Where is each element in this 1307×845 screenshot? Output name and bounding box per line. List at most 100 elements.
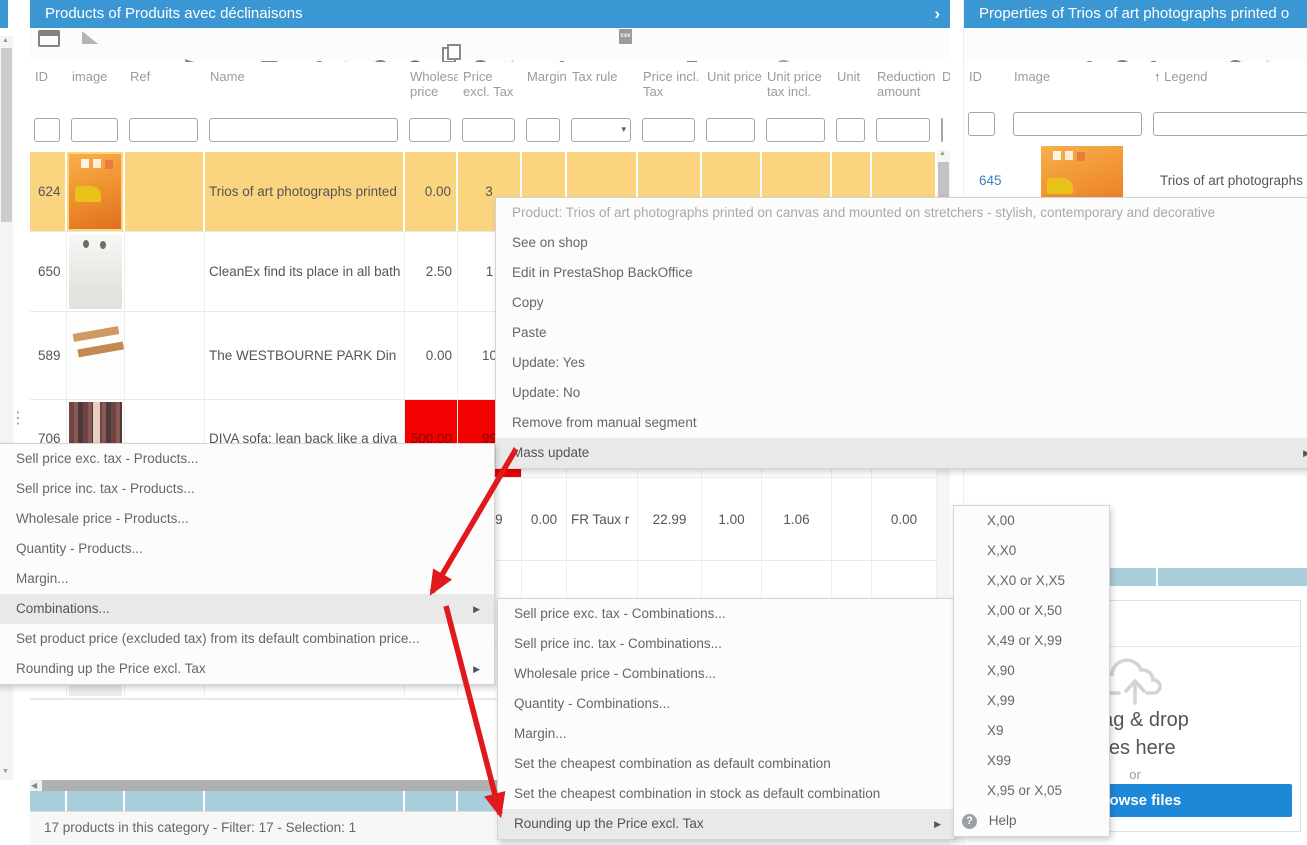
submenu-item[interactable]: Sell price exc. tax - Combinations... bbox=[498, 599, 955, 629]
submenu-item[interactable]: Margin... bbox=[498, 719, 955, 749]
scroll-down-icon[interactable]: ▼ bbox=[2, 768, 9, 775]
column-header[interactable]: Wholesale price bbox=[405, 62, 458, 110]
filter-cell bbox=[872, 110, 937, 152]
column-header[interactable]: Unit bbox=[832, 62, 872, 110]
cell-reduction-amount: 0.00 bbox=[872, 478, 937, 560]
prices-ruler-icon[interactable] bbox=[82, 31, 98, 44]
submenu-item[interactable]: Margin... bbox=[0, 564, 494, 594]
context-menu-item[interactable]: See on shop bbox=[496, 228, 1307, 258]
submenu-item[interactable]: Wholesale price - Combinations... bbox=[498, 659, 955, 689]
scroll-left-icon[interactable]: ◀ bbox=[31, 781, 37, 790]
submenu-item[interactable]: X,95 or X,05 bbox=[954, 776, 1109, 806]
column-header[interactable]: Image bbox=[1009, 62, 1149, 110]
column-header[interactable]: Ref bbox=[125, 62, 205, 110]
filter-cell bbox=[458, 110, 522, 152]
filter-input[interactable] bbox=[1153, 112, 1307, 136]
column-header[interactable]: ID bbox=[964, 62, 1009, 110]
product-thumbnail bbox=[69, 234, 122, 309]
filter-input[interactable] bbox=[526, 118, 560, 142]
context-menu-item[interactable]: Edit in PrestaShop BackOffice bbox=[496, 258, 1307, 288]
submenu-item[interactable]: Combinations... ▶ bbox=[0, 594, 494, 624]
submenu-item[interactable]: Sell price exc. tax - Products... bbox=[0, 444, 494, 474]
submenu-item[interactable]: Set the cheapest combination in stock as… bbox=[498, 779, 955, 809]
cell-unit-price: 1.00 bbox=[702, 478, 762, 560]
submenu-item[interactable]: Quantity - Combinations... bbox=[498, 689, 955, 719]
panel-drag-handle-icon[interactable]: ⋮ bbox=[10, 408, 26, 428]
rounding-options-submenu: X,00 X,X0 X,X0 or X,X5 X,00 or X,50 X,49… bbox=[953, 505, 1110, 837]
column-header[interactable]: Price incl. Tax bbox=[638, 62, 702, 110]
submenu-item[interactable]: X,X0 bbox=[954, 536, 1109, 566]
submenu-item[interactable]: Sell price inc. tax - Combinations... bbox=[498, 629, 955, 659]
filter-input[interactable] bbox=[462, 118, 515, 142]
submenu-item[interactable]: X,49 or X,99 bbox=[954, 626, 1109, 656]
layout-icon[interactable] bbox=[38, 30, 60, 47]
filter-input[interactable] bbox=[642, 118, 695, 142]
sort-ascending-icon: ↑ bbox=[1154, 69, 1161, 84]
filter-cell bbox=[30, 110, 67, 152]
column-header[interactable]: ↑ Legend bbox=[1149, 62, 1307, 110]
submenu-item[interactable]: X,99 bbox=[954, 686, 1109, 716]
submenu-item[interactable]: Rounding up the Price excl. Tax ▶ bbox=[498, 809, 955, 839]
filter-input[interactable] bbox=[836, 118, 865, 142]
filter-input[interactable] bbox=[1013, 112, 1142, 136]
submenu-item[interactable]: Set the cheapest combination as default … bbox=[498, 749, 955, 779]
scroll-up-icon[interactable]: ▲ bbox=[2, 37, 9, 44]
column-header[interactable]: ID bbox=[30, 62, 67, 110]
filter-input[interactable] bbox=[766, 118, 825, 142]
submenu-arrow-icon: ▶ bbox=[473, 654, 480, 684]
scroll-up-icon[interactable]: ▲ bbox=[939, 150, 946, 157]
filter-input[interactable]: ▾ bbox=[571, 118, 631, 142]
column-header[interactable]: Margin bbox=[522, 62, 567, 110]
csv-export-icon[interactable]: csv bbox=[619, 29, 632, 44]
filter-input[interactable] bbox=[706, 118, 755, 142]
context-menu-item[interactable]: Paste bbox=[496, 318, 1307, 348]
context-menu-item[interactable]: Update: Yes bbox=[496, 348, 1307, 378]
summary-cell bbox=[405, 791, 458, 811]
submenu-item[interactable]: X9 bbox=[954, 716, 1109, 746]
submenu-item[interactable]: Quantity - Products... bbox=[0, 534, 494, 564]
edge-scrollbar-thumb[interactable] bbox=[1, 48, 12, 222]
cell-image bbox=[67, 152, 125, 231]
context-menu-item[interactable]: Update: No bbox=[496, 378, 1307, 408]
column-header[interactable]: Name bbox=[205, 62, 405, 110]
products-column-header-row: IDimageRefNameWholesale pricePrice excl.… bbox=[30, 62, 950, 110]
filter-input[interactable] bbox=[409, 118, 451, 142]
submenu-item[interactable]: X,90 bbox=[954, 656, 1109, 686]
submenu-item[interactable]: ? Help bbox=[954, 806, 1109, 836]
column-header[interactable]: Reduction amount bbox=[872, 62, 937, 110]
filter-input[interactable] bbox=[968, 112, 995, 136]
submenu-item[interactable]: X,X0 or X,X5 bbox=[954, 566, 1109, 596]
column-header[interactable]: Tax rule bbox=[567, 62, 638, 110]
column-header[interactable]: Price excl. Tax bbox=[458, 62, 522, 110]
app-window: ▲ ▼ ⋮ Products of Produits avec déclinai… bbox=[0, 0, 1307, 845]
context-menu-item[interactable]: Remove from manual segment bbox=[496, 408, 1307, 438]
context-menu-item[interactable]: Mass update ▶ bbox=[496, 438, 1307, 468]
filter-cell bbox=[937, 110, 950, 152]
context-menu-item[interactable]: Copy bbox=[496, 288, 1307, 318]
image-id-link[interactable]: 645 bbox=[979, 173, 1002, 188]
cell-image bbox=[67, 312, 125, 399]
submenu-arrow-icon: ▶ bbox=[473, 594, 480, 624]
filter-input[interactable] bbox=[71, 118, 118, 142]
filter-input[interactable] bbox=[876, 118, 930, 142]
submenu-item[interactable]: X,00 bbox=[954, 506, 1109, 536]
filter-input[interactable] bbox=[129, 118, 198, 142]
column-header[interactable]: image bbox=[67, 62, 125, 110]
filter-input[interactable] bbox=[34, 118, 60, 142]
submenu-item[interactable]: X,00 or X,50 bbox=[954, 596, 1109, 626]
submenu-item[interactable]: Sell price inc. tax - Products... bbox=[0, 474, 494, 504]
duplicate-icon[interactable] bbox=[442, 47, 456, 63]
filter-input[interactable] bbox=[209, 118, 398, 142]
products-toolbar: ▾ Prices ▾ ⚑ en ▾ ▾ ⟳ + − ⚡ + € bbox=[30, 28, 950, 63]
column-header[interactable]: D bbox=[937, 62, 950, 110]
submenu-item[interactable]: X99 bbox=[954, 746, 1109, 776]
submenu-item[interactable]: Wholesale price - Products... bbox=[0, 504, 494, 534]
submenu-item[interactable]: Rounding up the Price excl. Tax ▶ bbox=[0, 654, 494, 684]
filter-cell bbox=[832, 110, 872, 152]
column-header[interactable]: Unit price tax incl. bbox=[762, 62, 832, 110]
column-header[interactable]: Unit price bbox=[702, 62, 762, 110]
collapse-chevron-icon[interactable]: › bbox=[934, 0, 940, 27]
filter-input[interactable] bbox=[941, 118, 943, 142]
submenu-item[interactable]: Set product price (excluded tax) from it… bbox=[0, 624, 494, 654]
context-menu-item[interactable]: Product: Trios of art photographs printe… bbox=[496, 198, 1307, 228]
